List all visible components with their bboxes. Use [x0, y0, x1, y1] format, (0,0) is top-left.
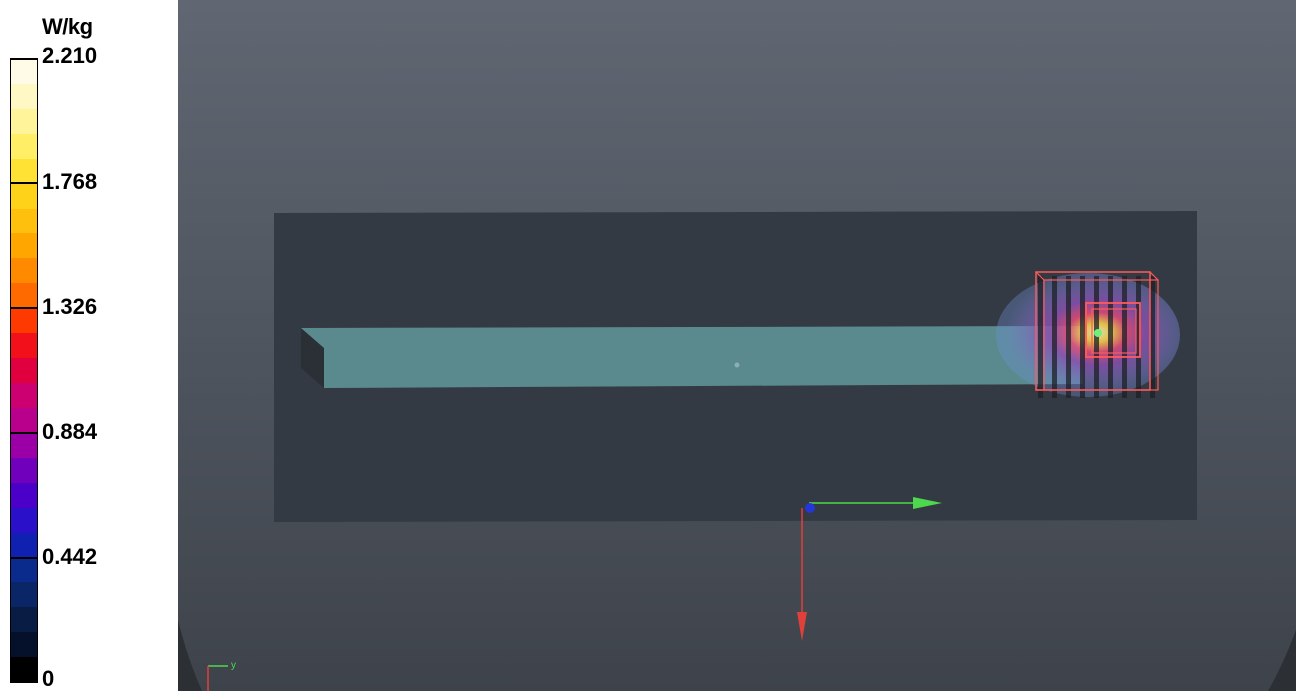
legend-max-label: 2.210	[42, 43, 98, 68]
grid-stripe	[1080, 276, 1085, 398]
legend-swatch	[11, 158, 37, 184]
legend-tick	[10, 58, 38, 60]
legend-swatch	[11, 308, 37, 334]
legend-tick	[10, 307, 38, 309]
legend-swatch	[11, 407, 37, 433]
legend-swatch	[11, 59, 37, 84]
measurement-grid-lines	[1038, 276, 1155, 398]
legend-swatch	[11, 632, 37, 658]
grid-stripe	[1052, 276, 1057, 398]
legend-swatch	[11, 607, 37, 633]
legend-swatch	[11, 133, 37, 159]
color-legend: W/kg 2.210 1.768 1.326 0.884 0.442 0	[0, 0, 178, 691]
legend-swatch	[11, 83, 37, 109]
legend-swatch	[11, 358, 37, 383]
legend-tick-label: 1.326	[42, 294, 98, 319]
device-center-marker	[734, 362, 740, 368]
legend-swatch	[11, 557, 37, 583]
legend-swatch	[11, 532, 37, 558]
grid-stripe	[1066, 276, 1071, 398]
legend-tick	[10, 182, 38, 184]
device-model[interactable]	[301, 326, 1083, 388]
legend-tick	[10, 432, 38, 434]
legend-swatch	[11, 108, 37, 134]
legend-swatch	[11, 432, 37, 458]
legend-swatch	[11, 457, 37, 483]
legend-swatch	[11, 482, 37, 508]
legend-tick	[10, 557, 38, 559]
grid-stripe	[1038, 276, 1043, 398]
legend-swatch	[11, 283, 37, 309]
legend-min-label: 0	[42, 666, 55, 691]
3d-viewport[interactable]: y	[178, 0, 1296, 691]
grid-stripe	[1122, 276, 1127, 398]
legend-swatch	[11, 582, 37, 608]
legend-swatch	[11, 333, 37, 359]
legend-swatch	[11, 507, 37, 533]
legend-color-bar	[10, 58, 38, 683]
legend-swatch	[11, 183, 37, 209]
legend-tick-label: 0.442	[42, 544, 98, 569]
legend-tick-label: 0.884	[42, 419, 98, 444]
grid-stripe	[1108, 276, 1113, 398]
legend-swatch	[11, 208, 37, 234]
svg-text:y: y	[231, 660, 236, 671]
grid-stripe	[1094, 276, 1099, 398]
scene-canvas[interactable]: y	[178, 0, 1296, 691]
legend-swatch	[11, 233, 37, 259]
legend-tick-label: 1.768	[42, 169, 98, 194]
legend-unit-label: W/kg	[42, 14, 93, 39]
legend-swatch	[11, 258, 37, 284]
peak-marker	[1094, 329, 1102, 337]
legend-swatch	[11, 382, 37, 408]
legend-swatch	[11, 657, 37, 682]
